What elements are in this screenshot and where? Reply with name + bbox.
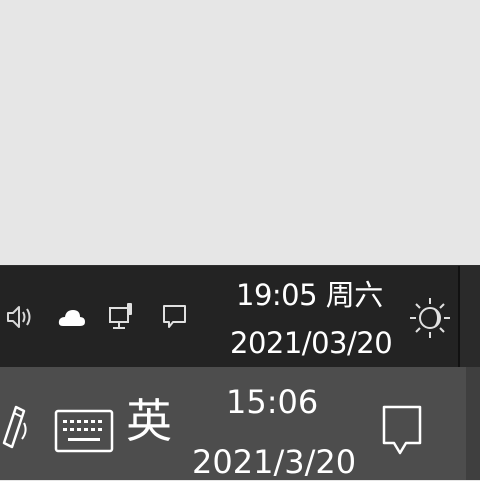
- network-wired-icon[interactable]: [107, 301, 137, 333]
- clock-time-day: 19:05 周六: [236, 278, 383, 312]
- action-center-icon[interactable]: [380, 403, 424, 457]
- show-desktop-button[interactable]: [460, 266, 480, 368]
- onedrive-cloud-icon[interactable]: [57, 304, 87, 330]
- clock-date: 2021/3/20: [192, 443, 357, 481]
- pen-icon[interactable]: [0, 395, 30, 455]
- show-desktop-button[interactable]: [466, 367, 480, 480]
- action-center-icon[interactable]: [160, 302, 190, 332]
- taskbar-bottom: 英 15:06 2021/3/20: [0, 367, 480, 481]
- clock-date: 2021/03/20: [230, 326, 393, 360]
- night-light-icon[interactable]: [408, 296, 452, 340]
- taskbar-top: 19:05 周六 2021/03/20: [0, 265, 480, 368]
- desktop-area: [0, 0, 480, 265]
- input-language-indicator[interactable]: 英: [126, 395, 172, 447]
- clock-time: 15:06: [226, 383, 319, 421]
- speaker-icon[interactable]: [4, 300, 38, 334]
- touch-keyboard-icon[interactable]: [54, 407, 114, 455]
